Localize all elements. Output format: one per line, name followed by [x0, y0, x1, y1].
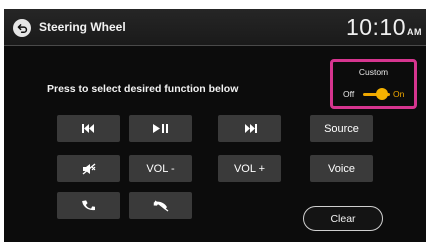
back-button[interactable] [13, 19, 31, 37]
skip-previous-icon [81, 124, 94, 133]
source-button[interactable]: Source [310, 115, 373, 142]
toggle-on-label: On [393, 89, 405, 99]
play-pause-icon [152, 124, 168, 133]
call-button[interactable] [57, 192, 120, 219]
instruction-text: Press to select desired function below [47, 83, 239, 95]
custom-toggle-panel: Custom Off On [330, 59, 417, 109]
play-pause-button[interactable] [129, 115, 192, 142]
skip-next-button[interactable] [218, 115, 281, 142]
phone-hangup-icon [153, 199, 168, 212]
page-title: Steering Wheel [39, 20, 126, 34]
skip-next-icon [244, 124, 257, 133]
toggle-off-label: Off [343, 89, 355, 99]
voice-button[interactable]: Voice [310, 155, 373, 182]
clock-ampm: AM [407, 27, 422, 37]
mute-button[interactable] [57, 155, 120, 182]
custom-toggle-knob[interactable] [376, 88, 388, 100]
header-divider [4, 45, 426, 46]
vol-up-button[interactable]: VOL + [218, 155, 281, 182]
vol-down-button[interactable]: VOL - [129, 155, 192, 182]
skip-previous-button[interactable] [57, 115, 120, 142]
clock: 10:10AM [346, 14, 422, 41]
phone-call-icon [82, 200, 95, 211]
header-bar: Steering Wheel 10:10AM [4, 9, 426, 45]
custom-label: Custom [358, 67, 389, 77]
hangup-button[interactable] [129, 192, 192, 219]
mute-icon [82, 162, 95, 175]
clock-time: 10:10 [345, 14, 406, 40]
head-unit-screen: Steering Wheel 10:10AM Press to select d… [4, 9, 426, 242]
back-arrow-icon [17, 23, 27, 33]
clear-button[interactable]: Clear [303, 206, 383, 231]
